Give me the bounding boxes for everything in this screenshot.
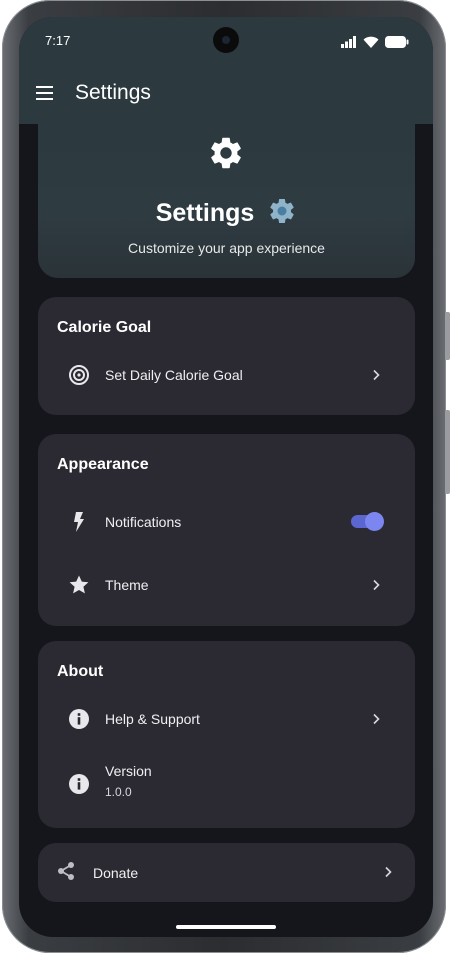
version-label: Version [105, 763, 152, 779]
front-camera [213, 27, 239, 53]
wifi-icon [363, 36, 379, 48]
settings-hero-card: Settings Customize your app experience [38, 124, 415, 278]
phone-frame: 7:17 Settings Settings Customize your ap… [2, 0, 450, 953]
appearance-title: Appearance [57, 456, 149, 473]
star-icon [69, 575, 89, 594]
set-daily-calorie-goal-label: Set Daily Calorie Goal [105, 367, 243, 383]
toggle-knob [365, 512, 384, 531]
set-daily-calorie-goal-row[interactable]: Set Daily Calorie Goal [38, 350, 415, 400]
share-icon [58, 862, 74, 880]
menu-icon[interactable] [35, 84, 57, 102]
chevron-right-icon [373, 369, 380, 381]
chevron-right-icon [373, 579, 380, 591]
notifications-row[interactable]: Notifications [38, 497, 415, 547]
gear-emoji-icon [270, 198, 294, 223]
donate-card[interactable]: Donate [38, 843, 415, 902]
gear-icon [211, 137, 241, 169]
calorie-goal-card: Calorie Goal Set Daily Calorie Goal [38, 297, 415, 415]
signal-icon [341, 36, 356, 48]
donate-label: Donate [93, 865, 139, 881]
info-icon [69, 709, 89, 729]
theme-row[interactable]: Theme [38, 560, 415, 610]
chevron-right-icon [385, 866, 392, 878]
chevron-right-icon [373, 713, 380, 725]
home-indicator[interactable] [176, 925, 276, 929]
help-support-label: Help & Support [105, 711, 200, 727]
theme-label: Theme [105, 577, 149, 593]
info-icon [69, 774, 89, 794]
help-support-row[interactable]: Help & Support [38, 694, 415, 744]
version-row: Version 1.0.0 [38, 757, 415, 817]
target-icon [69, 365, 89, 385]
battery-icon [385, 36, 409, 48]
about-card: About Help & Support Version 1.0.0 [38, 641, 415, 828]
volume-button [445, 312, 450, 360]
status-icons [341, 35, 409, 49]
appearance-card: Appearance Notifications Theme [38, 434, 415, 626]
calorie-goal-title: Calorie Goal [57, 319, 152, 336]
app-bar-title: Settings [75, 81, 151, 104]
app-bar: 7:17 Settings [19, 17, 433, 124]
notifications-label: Notifications [105, 514, 182, 530]
hero-title-row: Settings [38, 196, 415, 228]
about-title: About [57, 663, 104, 680]
bolt-icon [74, 512, 84, 532]
hero-subtitle: Customize your app experience [128, 240, 325, 256]
screen: 7:17 Settings Settings Customize your ap… [19, 17, 433, 937]
hero-title: Settings [155, 199, 255, 227]
power-button [445, 410, 450, 494]
version-value: 1.0.0 [105, 785, 132, 799]
notifications-toggle[interactable] [351, 512, 384, 531]
status-time: 7:17 [45, 33, 71, 48]
